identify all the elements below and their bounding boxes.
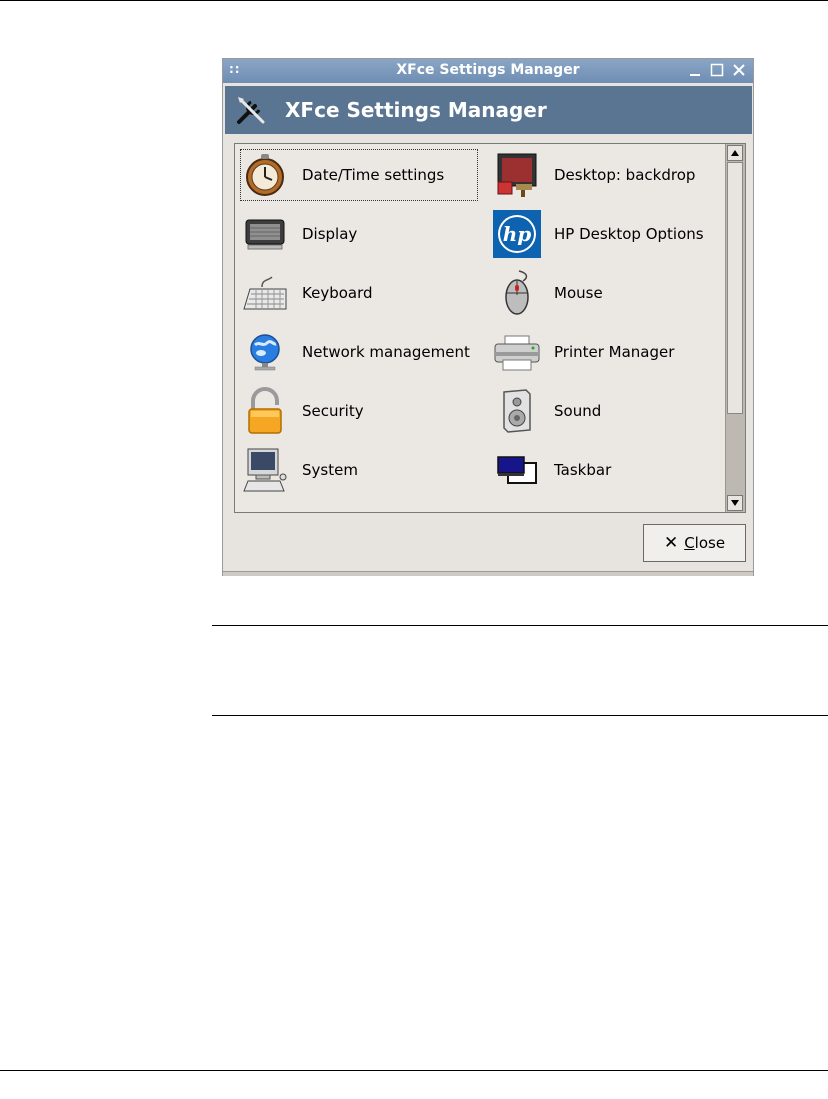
tools-icon [233, 92, 269, 128]
item-security[interactable]: Security [240, 385, 478, 437]
settings-header: XFce Settings Manager [225, 86, 752, 134]
item-network-management[interactable]: Network management [240, 326, 478, 378]
close-button-label: C [684, 534, 695, 552]
close-button-label-rest: lose [694, 534, 726, 552]
hp-logo-icon: hp [492, 209, 542, 259]
separator-rule-bottom [212, 715, 828, 716]
mouse-icon [492, 268, 542, 318]
scrollbar-thumb[interactable] [727, 162, 743, 414]
scroll-down-arrow-icon[interactable] [727, 495, 743, 511]
item-display[interactable]: Display [240, 208, 478, 260]
item-label: Keyboard [302, 284, 373, 302]
padlock-icon [240, 386, 290, 436]
backdrop-icon [492, 150, 542, 200]
item-label: Desktop: backdrop [554, 166, 696, 184]
computer-icon [240, 445, 290, 495]
vertical-scrollbar[interactable] [725, 144, 745, 512]
close-button[interactable]: ✕ Close [643, 524, 746, 562]
item-label: System [302, 461, 358, 479]
minimize-icon[interactable] [685, 60, 705, 80]
window-bottom-edge [223, 571, 753, 576]
page-bottom-rule [0, 1070, 828, 1071]
window-title: XFce Settings Manager [396, 62, 580, 78]
printer-icon [492, 327, 542, 377]
network-globe-icon [240, 327, 290, 377]
item-label: Date/Time settings [302, 166, 445, 184]
settings-icon-list: Date/Time settings Desktop: backdrop Dis… [234, 143, 746, 513]
item-partial-right[interactable] [492, 503, 730, 512]
item-label: Taskbar [554, 461, 612, 479]
item-mouse[interactable]: Mouse [492, 267, 730, 319]
scroll-up-arrow-icon[interactable] [727, 145, 743, 161]
header-title: XFce Settings Manager [285, 98, 547, 122]
monitor-icon [240, 209, 290, 259]
item-printer-manager[interactable]: Printer Manager [492, 326, 730, 378]
close-x-icon: ✕ [663, 533, 679, 553]
item-label: Sound [554, 402, 602, 420]
item-hp-desktop-options[interactable]: hp HP Desktop Options [492, 208, 730, 260]
taskbar-icon [492, 445, 542, 495]
item-desktop-backdrop[interactable]: Desktop: backdrop [492, 149, 730, 201]
keyboard-icon [240, 268, 290, 318]
item-partial-left[interactable] [240, 503, 478, 512]
item-label: Printer Manager [554, 343, 675, 361]
clock-icon [240, 150, 290, 200]
close-window-icon[interactable] [729, 60, 749, 80]
item-taskbar[interactable]: Taskbar [492, 444, 730, 496]
partial-gray-icon [492, 504, 542, 512]
page-top-rule [0, 0, 828, 1]
item-label: Security [302, 402, 364, 420]
speaker-icon [492, 386, 542, 436]
item-label: Network management [302, 343, 470, 361]
item-label: Display [302, 225, 358, 243]
item-date-time[interactable]: Date/Time settings [240, 149, 478, 201]
item-sound[interactable]: Sound [492, 385, 730, 437]
item-label: Mouse [554, 284, 603, 302]
settings-manager-window: :: XFce Settings Manager XFce Settings M… [222, 58, 754, 576]
item-label: HP Desktop Options [554, 225, 704, 243]
partial-green-icon [240, 504, 290, 512]
window-titlebar[interactable]: :: XFce Settings Manager [223, 59, 753, 83]
separator-rule-top [212, 625, 828, 626]
maximize-icon[interactable] [707, 60, 727, 80]
item-system[interactable]: System [240, 444, 478, 496]
item-keyboard[interactable]: Keyboard [240, 267, 478, 319]
svg-text:hp: hp [503, 222, 532, 246]
